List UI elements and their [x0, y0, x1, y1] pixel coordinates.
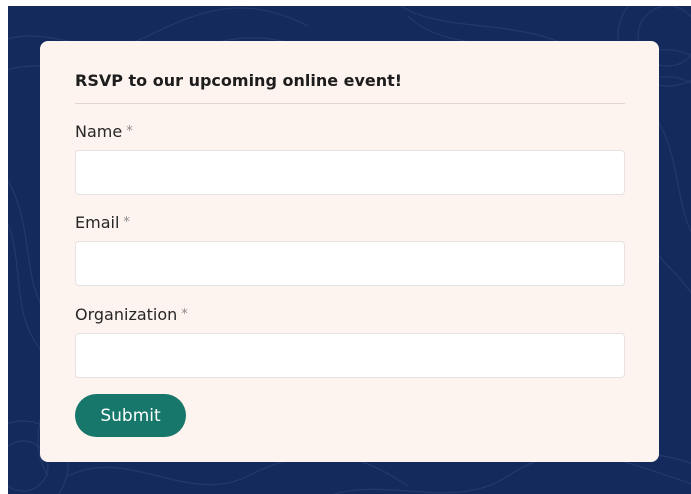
name-label-text: Name [75, 122, 123, 141]
required-marker: * [123, 215, 130, 230]
submit-button[interactable]: Submit [75, 394, 186, 437]
name-input[interactable] [75, 150, 625, 195]
page-background: RSVP to our upcoming online event! Name *… [8, 6, 691, 494]
required-marker: * [181, 307, 188, 322]
title-divider [75, 103, 625, 104]
email-label-text: Email [75, 213, 120, 232]
email-input[interactable] [75, 241, 625, 286]
organization-label: Organization * [75, 305, 188, 324]
email-label: Email * [75, 213, 130, 232]
organization-input[interactable] [75, 333, 625, 378]
form-title: RSVP to our upcoming online event! [75, 71, 403, 90]
required-marker: * [126, 124, 133, 139]
organization-label-text: Organization [75, 305, 178, 324]
name-label: Name * [75, 122, 133, 141]
rsvp-form-card: RSVP to our upcoming online event! Name *… [40, 41, 659, 462]
